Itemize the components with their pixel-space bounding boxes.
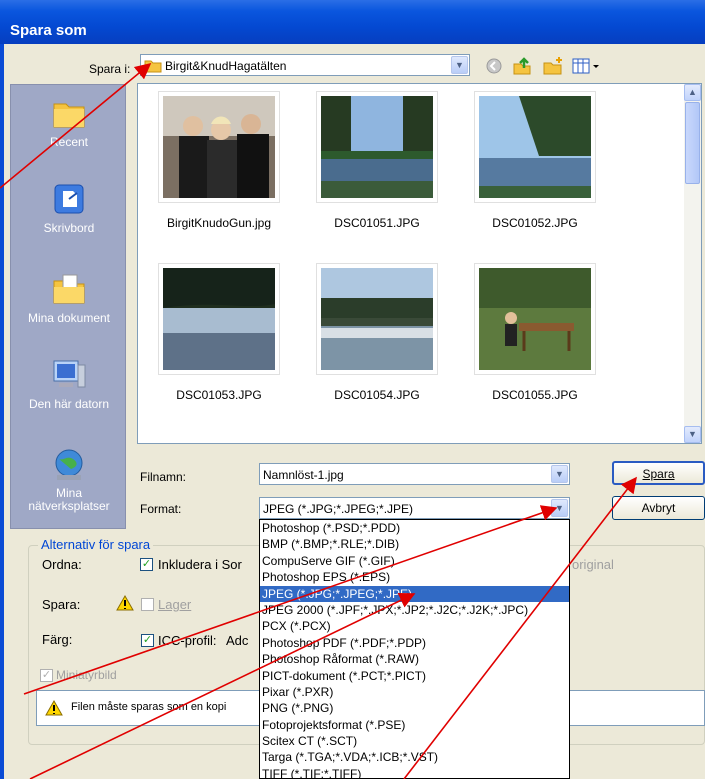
cancel-button-label: Avbryt xyxy=(641,501,676,515)
recent-folder-icon xyxy=(51,95,87,131)
format-option[interactable]: Photoshop PDF (*.PDF;*.PDP) xyxy=(260,635,569,651)
photo-thumbnail xyxy=(479,96,591,198)
file-thumb-4[interactable] xyxy=(158,263,280,375)
place-desktop[interactable]: Skrivbord xyxy=(11,181,127,235)
photo-thumbnail xyxy=(321,96,433,198)
ordna-label: Ordna: xyxy=(42,557,82,572)
save-in-combo[interactable]: Birgit&KnudHagatälten ▼ xyxy=(140,54,470,76)
format-option[interactable]: Scitex CT (*.SCT) xyxy=(260,733,569,749)
miniatyr-label: Miniatyrbild xyxy=(56,668,117,682)
place-network[interactable]: Mina nätverksplatser xyxy=(11,447,127,513)
lager-label: Lager xyxy=(158,597,192,612)
window-title: Spara som xyxy=(10,22,87,39)
save-button-label: Spara xyxy=(642,467,675,481)
file-thumb-5[interactable] xyxy=(316,263,438,375)
icc-label: ICC-profil: xyxy=(158,633,217,648)
network-globe-icon xyxy=(51,447,87,483)
photo-thumbnail xyxy=(163,96,275,198)
farg-label: Färg: xyxy=(42,632,73,647)
file-name-1[interactable]: BirgitKnudoGun.jpg xyxy=(144,216,294,230)
save-in-value: Birgit&KnudHagatälten xyxy=(165,59,287,73)
view-menu-icon[interactable] xyxy=(572,57,600,78)
warning-message-text: Filen måste sparas som en kopi xyxy=(71,701,227,713)
format-option[interactable]: Fotoprojektsformat (*.PSE) xyxy=(260,717,569,733)
miniatyr-checkbox[interactable]: ✓ xyxy=(40,669,53,682)
save-in-label: Spara i: xyxy=(89,62,131,76)
lager-checkbox[interactable] xyxy=(141,598,154,611)
spara-label: Spara: xyxy=(42,597,81,612)
format-option[interactable]: CompuServe GIF (*.GIF) xyxy=(260,553,569,569)
photo-thumbnail xyxy=(163,268,275,370)
photo-thumbnail xyxy=(479,268,591,370)
format-option[interactable]: Photoshop (*.PSD;*.PDD) xyxy=(260,520,569,536)
file-list-scrollbar[interactable]: ▲ ▼ xyxy=(684,84,701,443)
file-name-5[interactable]: DSC01054.JPG xyxy=(302,388,452,402)
back-icon[interactable] xyxy=(485,57,503,78)
warning-icon xyxy=(116,594,134,614)
place-documents[interactable]: Mina dokument xyxy=(11,271,127,325)
file-list[interactable]: BirgitKnudoGun.jpg DSC01051.JPG DSC01052… xyxy=(137,83,702,444)
format-option[interactable]: Photoshop Råformat (*.RAW) xyxy=(260,651,569,667)
save-options-title: Alternativ för spara xyxy=(38,537,154,552)
format-option-selected[interactable]: JPEG (*.JPG;*.JPEG;*.JPE) xyxy=(260,585,569,602)
place-desktop-label: Skrivbord xyxy=(43,221,95,235)
place-network-label: Mina nätverksplatser xyxy=(28,486,110,513)
save-in-dropdown-button[interactable]: ▼ xyxy=(451,56,468,74)
title-bar: Spara som xyxy=(0,0,705,44)
folder-icon xyxy=(144,58,162,76)
desktop-icon xyxy=(51,181,87,217)
include-label: Inkludera i Sor xyxy=(158,557,242,572)
filename-value[interactable]: Namnlöst-1.jpg xyxy=(263,468,344,482)
warning-message-icon xyxy=(45,699,63,719)
original-label: original xyxy=(572,557,614,572)
scroll-down-button[interactable]: ▼ xyxy=(684,426,701,443)
scroll-up-button[interactable]: ▲ xyxy=(684,84,701,101)
format-option[interactable]: PICT-dokument (*.PCT;*.PICT) xyxy=(260,668,569,684)
file-thumb-1[interactable] xyxy=(158,91,280,203)
photo-thumbnail xyxy=(321,268,433,370)
filename-combo[interactable]: Namnlöst-1.jpg ▼ xyxy=(259,463,570,485)
save-button[interactable]: Spara xyxy=(612,461,705,485)
include-checkbox[interactable]: ✓ xyxy=(140,558,153,571)
format-option[interactable]: BMP (*.BMP;*.RLE;*.DIB) xyxy=(260,536,569,552)
icc-value: Adc xyxy=(226,633,249,648)
cancel-button[interactable]: Avbryt xyxy=(612,496,705,520)
documents-folder-icon xyxy=(51,271,87,307)
up-folder-icon[interactable] xyxy=(512,56,532,79)
format-option[interactable]: TIFF (*.TIF;*.TIFF) xyxy=(260,766,569,778)
file-name-2[interactable]: DSC01051.JPG xyxy=(302,216,452,230)
format-option[interactable]: PNG (*.PNG) xyxy=(260,700,569,716)
place-computer[interactable]: Den här datorn xyxy=(11,357,127,411)
filename-label: Filnamn: xyxy=(140,470,187,484)
place-computer-label: Den här datorn xyxy=(28,397,110,411)
filename-dropdown-button[interactable]: ▼ xyxy=(551,465,568,483)
computer-icon xyxy=(51,357,87,393)
new-folder-icon[interactable] xyxy=(542,56,564,79)
format-option[interactable]: PCX (*.PCX) xyxy=(260,618,569,634)
file-name-6[interactable]: DSC01055.JPG xyxy=(460,388,610,402)
format-label: Format: xyxy=(140,502,182,516)
file-name-3[interactable]: DSC01052.JPG xyxy=(460,216,610,230)
file-thumb-6[interactable] xyxy=(474,263,596,375)
place-recent-label: Recent xyxy=(49,135,89,149)
places-bar: Recent Skrivbord Mina dokument Den här d… xyxy=(10,84,126,529)
place-documents-label: Mina dokument xyxy=(27,311,111,325)
format-option[interactable]: Targa (*.TGA;*.VDA;*.ICB;*.VST) xyxy=(260,749,569,765)
scroll-thumb[interactable] xyxy=(685,102,700,184)
format-value: JPEG (*.JPG;*.JPEG;*.JPE) xyxy=(263,502,414,516)
format-dropdown-button[interactable]: ▼ xyxy=(551,499,568,517)
place-recent[interactable]: Recent xyxy=(11,95,127,149)
format-option[interactable]: Pixar (*.PXR) xyxy=(260,684,569,700)
file-thumb-2[interactable] xyxy=(316,91,438,203)
format-dropdown-list[interactable]: Photoshop (*.PSD;*.PDD) BMP (*.BMP;*.RLE… xyxy=(259,519,570,779)
format-option[interactable]: JPEG 2000 (*.JPF;*.JPX;*.JP2;*.J2C;*.J2K… xyxy=(260,602,569,618)
file-name-4[interactable]: DSC01053.JPG xyxy=(144,388,294,402)
format-combo[interactable]: JPEG (*.JPG;*.JPEG;*.JPE) ▼ xyxy=(259,497,570,519)
icc-checkbox[interactable]: ✓ xyxy=(141,634,154,647)
format-option[interactable]: Photoshop EPS (*.EPS) xyxy=(260,569,569,585)
file-thumb-3[interactable] xyxy=(474,91,596,203)
